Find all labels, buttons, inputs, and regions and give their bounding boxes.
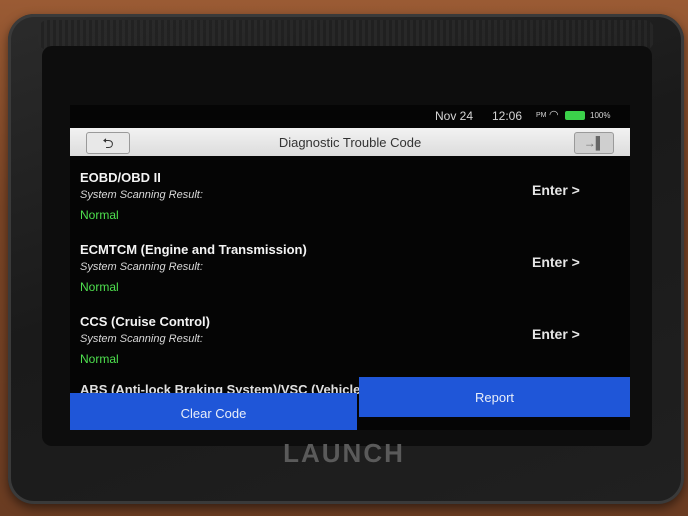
bottom-action-bar: Clear Code Report (70, 377, 630, 430)
status-normal: Normal (80, 352, 119, 366)
result-label: System Scanning Result: (80, 333, 203, 345)
status-bar: Nov 24 12:06 PM ◠ 100% (70, 105, 630, 127)
status-normal: Normal (80, 280, 119, 294)
system-name: ECMTCM (Engine and Transmission) (80, 242, 307, 257)
result-label: System Scanning Result: (80, 261, 203, 273)
exit-icon: →▌ (583, 136, 605, 150)
enter-button[interactable]: Enter > (532, 182, 580, 198)
exit-button[interactable]: →▌ (574, 132, 614, 154)
battery-percent: 100% (590, 111, 611, 120)
system-list: EOBD/OBD II System Scanning Result: Norm… (70, 158, 630, 374)
system-name: CCS (Cruise Control) (80, 314, 210, 329)
status-normal: Normal (80, 208, 119, 222)
title-bar: ⮌ Diagnostic Trouble Code →▌ (70, 128, 630, 156)
enter-button[interactable]: Enter > (532, 254, 580, 270)
list-item[interactable]: CCS (Cruise Control) System Scanning Res… (70, 302, 630, 374)
device-screen: Nov 24 12:06 PM ◠ 100% ⮌ Diagnostic Trou… (70, 105, 630, 430)
list-item[interactable]: EOBD/OBD II System Scanning Result: Norm… (70, 158, 630, 230)
status-date: Nov 24 (435, 109, 474, 123)
enter-button[interactable]: Enter > (532, 326, 580, 342)
list-item[interactable]: ECMTCM (Engine and Transmission) System … (70, 230, 630, 302)
system-name: EOBD/OBD II (80, 170, 161, 185)
status-ampm: PM (536, 112, 547, 119)
page-title: Diagnostic Trouble Code (278, 135, 422, 150)
clear-code-button[interactable]: Clear Code (70, 393, 357, 430)
result-label: System Scanning Result: (80, 189, 203, 201)
report-button[interactable]: Report (359, 377, 630, 417)
status-time: 12:06 (492, 109, 523, 123)
battery-icon (565, 111, 585, 120)
wifi-icon: ◠ (549, 109, 559, 121)
device-logo: LAUNCH (283, 438, 405, 468)
